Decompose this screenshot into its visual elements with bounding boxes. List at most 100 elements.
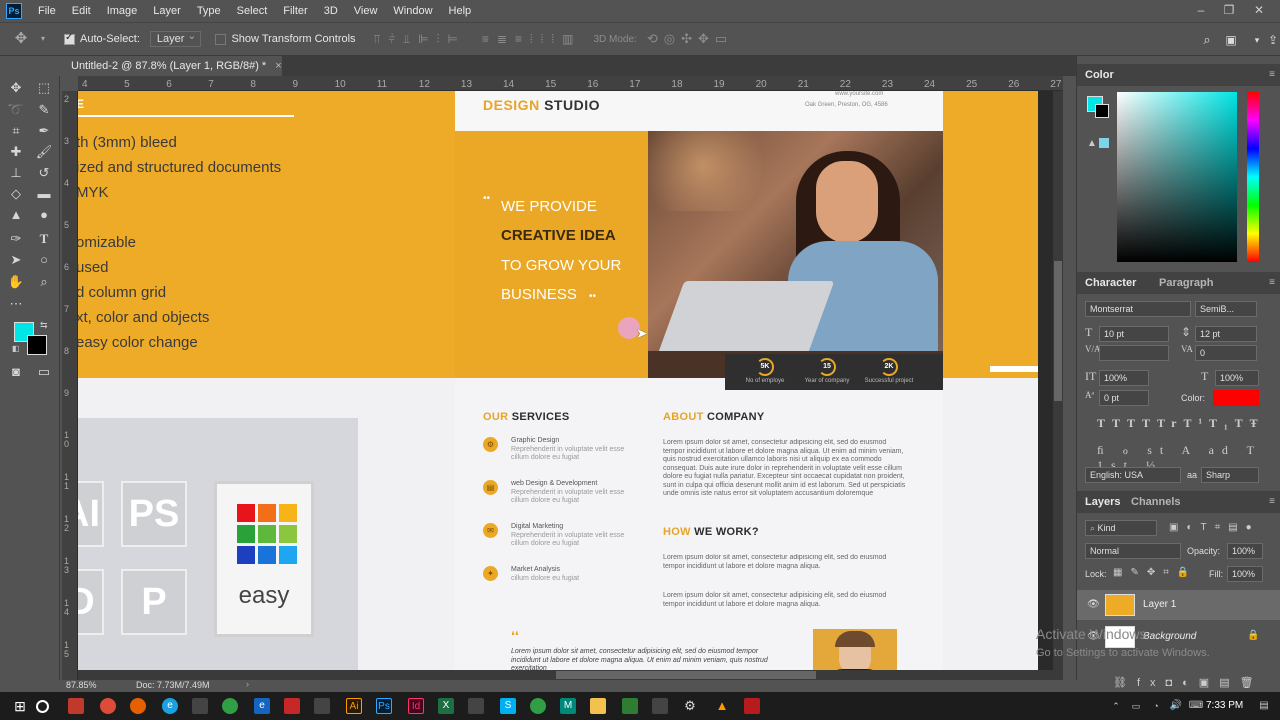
vertical-scroll-thumb[interactable] (1054, 261, 1062, 401)
settings-gear-icon[interactable]: ⚙ (682, 698, 698, 714)
tab-paragraph[interactable]: Paragraph (1151, 272, 1221, 294)
align-middle-icon[interactable]: ⫩ (388, 32, 403, 47)
workspace-icon[interactable]: ▣ (1224, 33, 1238, 47)
align-left-icon[interactable]: ⊫ (418, 32, 436, 47)
excel-icon[interactable]: X (438, 698, 454, 714)
eraser-tool-icon[interactable]: ◇ (6, 184, 26, 204)
auto-select-dropdown[interactable]: Layer (149, 29, 202, 47)
show-transform-checkbox[interactable]: Show Transform Controls (215, 33, 356, 45)
app-icon[interactable] (284, 698, 300, 714)
app-icon[interactable] (530, 698, 546, 714)
photoshop-icon[interactable]: Ps (376, 698, 392, 714)
move-tool-icon[interactable]: ✥ (14, 31, 28, 46)
document-tab[interactable]: Untitled-2 @ 87.8% (Layer 1, RGB/8#) * × (62, 56, 282, 76)
3d-roll-icon[interactable]: ◎ (664, 31, 681, 47)
status-chevron-icon[interactable]: › (246, 679, 249, 689)
more-tools-icon[interactable]: ⋯ (6, 294, 26, 314)
layer-action-icons[interactable]: ⛓fx◘◐▣▤🗑 (1113, 676, 1264, 689)
color-bg-swatch[interactable] (1095, 104, 1109, 118)
type-tool-icon[interactable]: T (34, 229, 54, 249)
search-circle-icon[interactable] (36, 700, 49, 713)
vlc-icon[interactable]: ▲ (714, 698, 730, 714)
menu-3d[interactable]: 3D (316, 0, 346, 22)
menu-view[interactable]: View (346, 0, 386, 22)
align-right-icon[interactable]: ⊨ (447, 32, 465, 47)
canvas[interactable]: E th (3mm) bleed ized and structured doc… (78, 91, 1063, 680)
opacity-field[interactable]: 100% (1227, 543, 1263, 559)
gradient-tool-icon[interactable]: ▬ (34, 184, 54, 204)
horizontal-scroll-thumb[interactable] (556, 671, 816, 679)
windows-start-icon[interactable]: ⊞ (12, 698, 28, 714)
web-safe-swatch[interactable] (1099, 138, 1109, 148)
path-select-tool-icon[interactable]: ➤ (6, 250, 26, 270)
menu-file[interactable]: File (30, 0, 64, 22)
pen-tool-icon[interactable]: ✑ (6, 229, 26, 249)
app-icon[interactable] (192, 698, 208, 714)
text-style-buttons[interactable]: TTTTTrT¹T₁TŦ (1097, 416, 1265, 431)
tray-chevron-icon[interactable]: ⌃ (1108, 698, 1124, 714)
font-style-select[interactable]: SemiB... (1195, 301, 1257, 317)
close-icon[interactable]: ✕ (1244, 0, 1274, 22)
horizontal-scale-field[interactable]: 100% (1215, 370, 1259, 386)
menu-help[interactable]: Help (441, 0, 480, 22)
default-colors-icon[interactable]: ◧ (12, 344, 20, 353)
menu-edit[interactable]: Edit (64, 0, 99, 22)
menu-layer[interactable]: Layer (145, 0, 189, 22)
lock-icons[interactable]: ▦✎✥⌗🔒 (1113, 567, 1197, 578)
text-color-swatch[interactable] (1213, 390, 1259, 406)
app-icon[interactable]: M (560, 698, 576, 714)
align-top-icon[interactable]: ⫪ (374, 32, 389, 47)
layer-row-layer-1[interactable]: 👁 Layer 1 (1077, 590, 1280, 620)
ie-icon[interactable]: e (162, 698, 178, 714)
background-color-swatch[interactable] (27, 335, 47, 355)
app-icon[interactable] (622, 698, 638, 714)
swap-colors-icon[interactable]: ⇆ (40, 320, 48, 331)
align-center-icon[interactable]: ⫶ (436, 32, 447, 47)
screen-mode-icon[interactable]: ▭ (34, 362, 54, 382)
zoom-level[interactable]: 87.85% (66, 680, 97, 690)
auto-align-icon[interactable]: ▥ (562, 32, 581, 47)
checkbox-unchecked-icon[interactable] (215, 33, 227, 45)
menu-window[interactable]: Window (385, 0, 440, 22)
checkbox-checked-icon[interactable] (64, 32, 75, 45)
minimize-icon[interactable]: – (1186, 0, 1216, 22)
network-icon[interactable]: ▭ (1128, 698, 1144, 714)
marquee-tool-icon[interactable]: ⬚ (34, 78, 54, 98)
tab-channels[interactable]: Channels (1123, 491, 1189, 513)
quick-mask-icon[interactable]: ◙ (6, 362, 26, 382)
skype-icon[interactable]: S (500, 698, 516, 714)
auto-select-checkbox[interactable]: Auto-Select: (64, 32, 140, 45)
menu-type[interactable]: Type (189, 0, 229, 22)
distribute-bottom-icon[interactable]: ≡ (515, 32, 530, 47)
app-icon[interactable] (222, 698, 238, 714)
app-icon[interactable] (652, 698, 668, 714)
3d-slide-icon[interactable]: ✥ (698, 31, 715, 47)
3d-camera-icon[interactable]: ▭ (715, 31, 733, 47)
menu-filter[interactable]: Filter (275, 0, 315, 22)
distribute-top-icon[interactable]: ≡ (482, 32, 497, 47)
menu-image[interactable]: Image (99, 0, 146, 22)
vertical-scale-field[interactable]: 100% (1099, 370, 1149, 386)
tracking-field[interactable]: 0 (1195, 345, 1257, 361)
blend-mode-select[interactable]: Normal (1085, 543, 1181, 559)
brush-tool-icon[interactable]: 🖌 (34, 142, 54, 162)
distribute-right-icon[interactable]: ⦙ (551, 32, 562, 47)
volume-icon[interactable]: 🔊 (1168, 698, 1184, 714)
workspace-chevron-icon[interactable]: ▾ (1250, 33, 1264, 47)
hue-slider[interactable] (1247, 92, 1259, 262)
keyboard-icon[interactable]: ⌨ (1188, 698, 1204, 714)
stamp-tool-icon[interactable]: ⊥ (6, 163, 26, 183)
chevron-down-icon[interactable]: ▾ (36, 32, 50, 46)
crop-tool-icon[interactable]: ⌗ (6, 121, 26, 141)
distribute-middle-icon[interactable]: ≣ (497, 32, 515, 47)
firefox-icon[interactable] (130, 698, 146, 714)
3d-orbit-icon[interactable]: ⟲ (647, 31, 664, 47)
hand-tool-icon[interactable]: ✋ (6, 272, 26, 292)
baseline-field[interactable]: 0 pt (1099, 390, 1149, 406)
search-icon[interactable]: ⌕ (1200, 33, 1214, 47)
distribute-left-icon[interactable]: ⦙ (530, 32, 541, 47)
kerning-field[interactable] (1099, 345, 1169, 361)
file-explorer-icon[interactable] (590, 698, 606, 714)
tab-layers[interactable]: Layers (1077, 491, 1128, 513)
leading-field[interactable]: 12 pt (1195, 326, 1257, 342)
